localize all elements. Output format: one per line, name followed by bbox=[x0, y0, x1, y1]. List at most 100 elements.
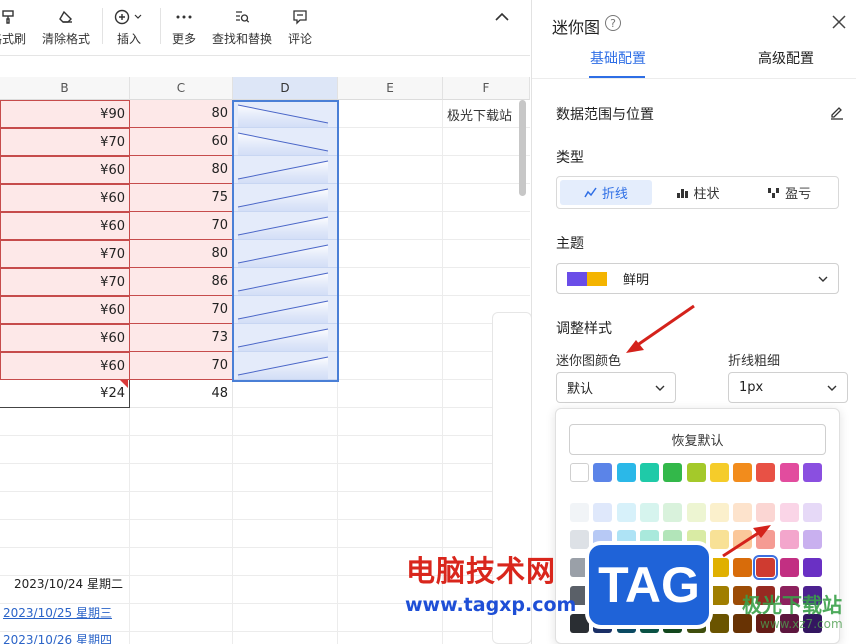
color-swatch[interactable] bbox=[733, 558, 753, 577]
cell-b[interactable]: ¥60 bbox=[0, 156, 130, 184]
f1-cell-text[interactable]: 极光下载站 bbox=[447, 105, 512, 124]
sparkline-cell[interactable] bbox=[233, 268, 338, 296]
color-swatch[interactable] bbox=[616, 503, 636, 522]
format-painter-button[interactable]: 格式刷 bbox=[0, 6, 26, 47]
cell-c[interactable]: 70 bbox=[130, 352, 233, 380]
color-swatch[interactable] bbox=[709, 503, 729, 522]
more-button[interactable]: 更多 bbox=[172, 6, 196, 47]
date-link[interactable]: 2023/10/26 星期四 bbox=[3, 631, 112, 644]
sparkline-cell[interactable] bbox=[233, 296, 338, 324]
color-swatch[interactable] bbox=[803, 463, 822, 482]
color-swatch[interactable] bbox=[663, 463, 683, 482]
color-swatch[interactable] bbox=[686, 463, 706, 482]
color-swatch[interactable] bbox=[639, 463, 659, 482]
reset-default-button[interactable]: 恢复默认 bbox=[569, 424, 826, 455]
color-swatch[interactable] bbox=[570, 503, 589, 522]
color-swatch[interactable] bbox=[803, 530, 822, 549]
clear-format-button[interactable]: 清除格式 bbox=[42, 6, 90, 47]
color-swatch[interactable] bbox=[733, 503, 753, 522]
sparkline-color-select[interactable]: 默认 bbox=[556, 372, 676, 403]
cell-b[interactable]: ¥90 bbox=[0, 100, 130, 128]
sparkline-cell[interactable] bbox=[233, 324, 338, 352]
cell-b[interactable]: ¥60 bbox=[0, 352, 130, 380]
column-header-e[interactable]: E bbox=[338, 77, 443, 100]
insert-button[interactable]: 插入 bbox=[114, 6, 144, 47]
sparkline-cell[interactable] bbox=[233, 156, 338, 184]
cell-c-total[interactable]: 48 bbox=[130, 380, 233, 408]
theme-select[interactable]: 鲜明 bbox=[556, 263, 839, 294]
color-swatch[interactable] bbox=[570, 530, 589, 549]
cell-c[interactable]: 80 bbox=[130, 100, 233, 128]
color-swatch[interactable] bbox=[570, 463, 589, 482]
type-winloss-button[interactable]: 盈亏 bbox=[743, 180, 835, 205]
type-line-button[interactable]: 折线 bbox=[560, 180, 652, 205]
sparkline bbox=[237, 244, 329, 268]
color-swatch[interactable] bbox=[779, 530, 799, 549]
cell-c[interactable]: 86 bbox=[130, 268, 233, 296]
color-swatch[interactable] bbox=[756, 530, 776, 549]
help-icon[interactable]: ? bbox=[605, 15, 621, 31]
color-swatch[interactable] bbox=[686, 503, 706, 522]
color-swatch[interactable] bbox=[753, 555, 779, 580]
formula-bar-area bbox=[0, 56, 530, 77]
comment-button[interactable]: 评论 bbox=[288, 6, 312, 47]
column-header-f[interactable]: F bbox=[443, 77, 530, 100]
type-column-button[interactable]: 柱状 bbox=[652, 180, 744, 205]
cell-c[interactable]: 73 bbox=[130, 324, 233, 352]
color-swatch[interactable] bbox=[756, 503, 776, 522]
sparkline-cell[interactable] bbox=[233, 212, 338, 240]
collapse-toolbar-icon[interactable] bbox=[493, 8, 511, 26]
color-swatch[interactable] bbox=[709, 530, 729, 549]
color-swatch[interactable] bbox=[709, 614, 729, 633]
cell-b-total[interactable]: ¥24 bbox=[0, 380, 130, 408]
color-swatch[interactable] bbox=[616, 463, 636, 482]
color-swatch[interactable] bbox=[733, 530, 753, 549]
column-header-d[interactable]: D bbox=[233, 77, 338, 100]
sparkline-cell[interactable] bbox=[233, 352, 338, 380]
column-header-b[interactable]: B bbox=[0, 77, 130, 100]
cell-c[interactable]: 70 bbox=[130, 212, 233, 240]
cell-c[interactable]: 80 bbox=[130, 240, 233, 268]
cell-c[interactable]: 75 bbox=[130, 184, 233, 212]
color-swatch[interactable] bbox=[709, 463, 729, 482]
close-icon[interactable] bbox=[831, 14, 847, 30]
cell-b[interactable]: ¥70 bbox=[0, 240, 130, 268]
cell-b[interactable]: ¥60 bbox=[0, 296, 130, 324]
color-swatch[interactable] bbox=[756, 463, 776, 482]
line-weight-select[interactable]: 1px bbox=[728, 372, 848, 403]
type-heading: 类型 bbox=[556, 150, 584, 166]
cell-c[interactable]: 70 bbox=[130, 296, 233, 324]
color-swatch[interactable] bbox=[593, 503, 613, 522]
cell-c[interactable]: 80 bbox=[130, 156, 233, 184]
chevron-down-icon bbox=[818, 276, 828, 282]
vertical-scrollbar[interactable] bbox=[519, 100, 526, 196]
cell-b[interactable]: ¥70 bbox=[0, 128, 130, 156]
color-swatch[interactable] bbox=[779, 503, 799, 522]
sparkline-cell[interactable] bbox=[233, 240, 338, 268]
column-header-c[interactable]: C bbox=[130, 77, 233, 100]
color-swatch[interactable] bbox=[803, 558, 822, 577]
cell-b[interactable]: ¥60 bbox=[0, 324, 130, 352]
color-swatch[interactable] bbox=[733, 463, 753, 482]
color-swatch[interactable] bbox=[803, 503, 822, 522]
cell-b[interactable]: ¥70 bbox=[0, 268, 130, 296]
sparkline-cell[interactable] bbox=[233, 128, 338, 156]
cell-b[interactable]: ¥60 bbox=[0, 184, 130, 212]
sparkline-cell[interactable] bbox=[233, 100, 338, 128]
edit-pencil-icon[interactable] bbox=[829, 104, 845, 120]
color-swatch[interactable] bbox=[639, 503, 659, 522]
date-link[interactable]: 2023/10/25 星期三 bbox=[3, 604, 112, 621]
style-heading: 调整样式 bbox=[556, 321, 612, 337]
sparkline-cell[interactable] bbox=[233, 184, 338, 212]
find-replace-button[interactable]: 查找和替换 bbox=[212, 6, 272, 47]
cell-b[interactable]: ¥60 bbox=[0, 212, 130, 240]
color-swatch[interactable] bbox=[779, 558, 799, 577]
color-swatch[interactable] bbox=[593, 463, 613, 482]
tab-advanced-config[interactable]: 高级配置 bbox=[758, 48, 814, 68]
cell-c[interactable]: 60 bbox=[130, 128, 233, 156]
color-swatch[interactable] bbox=[663, 503, 683, 522]
color-swatch[interactable] bbox=[779, 463, 799, 482]
date-cell[interactable]: 2023/10/24 星期二 bbox=[14, 575, 123, 592]
sparkline bbox=[237, 104, 329, 128]
tab-basic-config[interactable]: 基础配置 bbox=[590, 48, 646, 68]
